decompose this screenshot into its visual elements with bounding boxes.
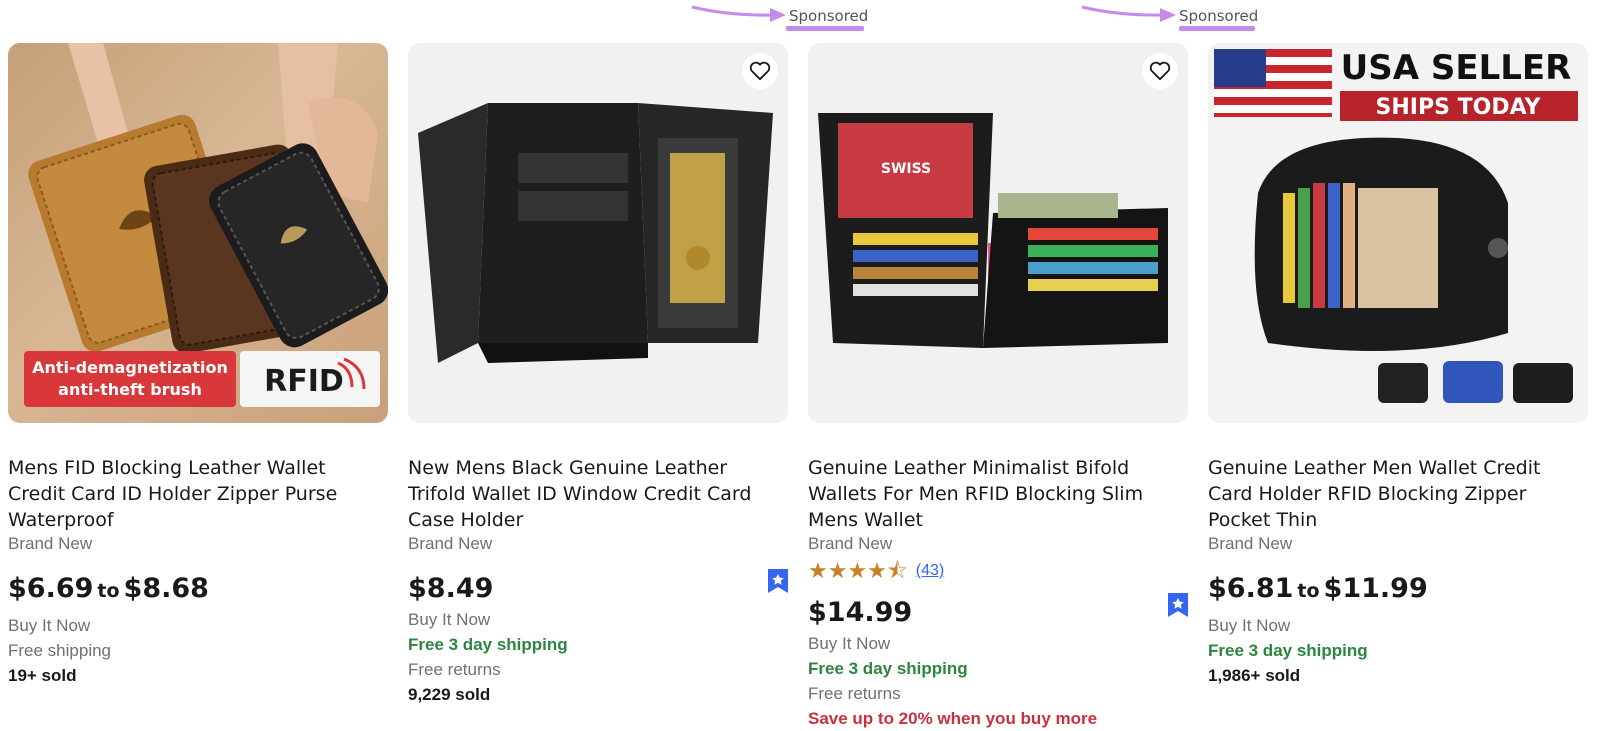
price-high: $8.68	[123, 573, 209, 604]
listing-title[interactable]: Genuine Leather Minimalist Bifold Wallet…	[808, 455, 1188, 533]
price: $8.49	[408, 573, 494, 604]
sponsored-annotation-1: Sponsored	[690, 0, 880, 36]
condition-label: Brand New	[808, 534, 893, 553]
sponsored-label: Sponsored	[1179, 7, 1259, 25]
banner-line2: anti-theft brush	[58, 380, 202, 399]
card-brand: SWISS	[881, 161, 931, 177]
price-separator: to	[1297, 580, 1320, 602]
sold-count: 9,229 sold	[408, 685, 491, 704]
product-image[interactable]	[408, 43, 788, 423]
review-count-link[interactable]: (43)	[916, 559, 944, 583]
buy-format: Buy It Now	[808, 634, 891, 653]
shipping-info: Free 3 day shipping	[1208, 641, 1368, 660]
shipping-info: Free shipping	[8, 641, 112, 660]
buy-format: Buy It Now	[1208, 616, 1291, 635]
annotation-underline	[786, 26, 864, 31]
shipping-info: Free 3 day shipping	[408, 635, 568, 654]
listing-title[interactable]: Mens FID Blocking Leather Wallet Credit …	[8, 455, 388, 533]
sold-count: 1,986+ sold	[1208, 666, 1301, 685]
price-low: $6.69	[8, 573, 94, 604]
price-range: $6.81 to $11.99	[1208, 573, 1588, 607]
rating[interactable]: ★★★★⯪ (43)	[808, 559, 1188, 583]
listing-card[interactable]: USA SELLER SHIPS TODAY Genuine Leather M…	[1208, 43, 1588, 688]
condition-label: Brand New	[1208, 534, 1293, 553]
price-range: $6.69 to $8.68	[8, 573, 388, 607]
top-rated-seller-icon	[1168, 593, 1188, 617]
returns-info: Free returns	[808, 684, 901, 703]
sponsored-annotation-2: Sponsored	[1080, 0, 1270, 36]
rfid-logo: RFID	[264, 364, 344, 399]
price-low: $6.81	[1208, 573, 1294, 604]
banner-line1: USA SELLER	[1341, 48, 1572, 88]
product-image[interactable]: SWISS	[808, 43, 1188, 423]
listing-card[interactable]: Anti-demagnetization anti-theft brush RF…	[8, 43, 388, 688]
rating-stars-icon: ★★★★⯪	[808, 558, 908, 583]
heart-icon	[1149, 61, 1171, 81]
listing-title[interactable]: Genuine Leather Men Wallet Credit Card H…	[1208, 455, 1588, 533]
buy-format: Buy It Now	[8, 616, 91, 635]
product-image[interactable]: USA SELLER SHIPS TODAY	[1208, 43, 1588, 423]
banner-line2: SHIPS TODAY	[1376, 95, 1542, 120]
arrow-icon	[1081, 5, 1176, 22]
shipping-info: Free 3 day shipping	[808, 659, 968, 678]
price-separator: to	[97, 580, 120, 602]
buy-format: Buy It Now	[408, 610, 491, 629]
watchlist-button[interactable]	[742, 53, 778, 89]
wallet-photo: USA SELLER SHIPS TODAY	[1214, 48, 1578, 403]
watchlist-button[interactable]	[1142, 53, 1178, 89]
annotation-underline	[1179, 26, 1255, 31]
condition-label: Brand New	[8, 534, 93, 553]
sold-count: 19+ sold	[8, 666, 77, 685]
wallet-photo	[418, 103, 773, 363]
arrow-icon	[691, 5, 786, 22]
listing-card[interactable]: New Mens Black Genuine Leather Trifold W…	[408, 43, 788, 707]
price-high: $11.99	[1323, 573, 1428, 604]
heart-icon	[749, 61, 771, 81]
returns-info: Free returns	[408, 660, 501, 679]
price: $14.99	[808, 597, 913, 628]
wallet-photo: SWISS	[818, 113, 1168, 348]
banner-line1: Anti-demagnetization	[32, 358, 228, 377]
product-image[interactable]: Anti-demagnetization anti-theft brush RF…	[8, 43, 388, 423]
sponsored-label: Sponsored	[789, 7, 869, 25]
promo-text: Save up to 20% when you buy more	[808, 709, 1098, 728]
listing-card[interactable]: SWISS Genuine Leather Minimalist Bifold …	[808, 43, 1188, 731]
listing-title[interactable]: New Mens Black Genuine Leather Trifold W…	[408, 455, 788, 533]
wallet-photo: Anti-demagnetization anti-theft brush RF…	[24, 43, 388, 407]
top-rated-seller-icon	[768, 569, 788, 593]
condition-label: Brand New	[408, 534, 493, 553]
